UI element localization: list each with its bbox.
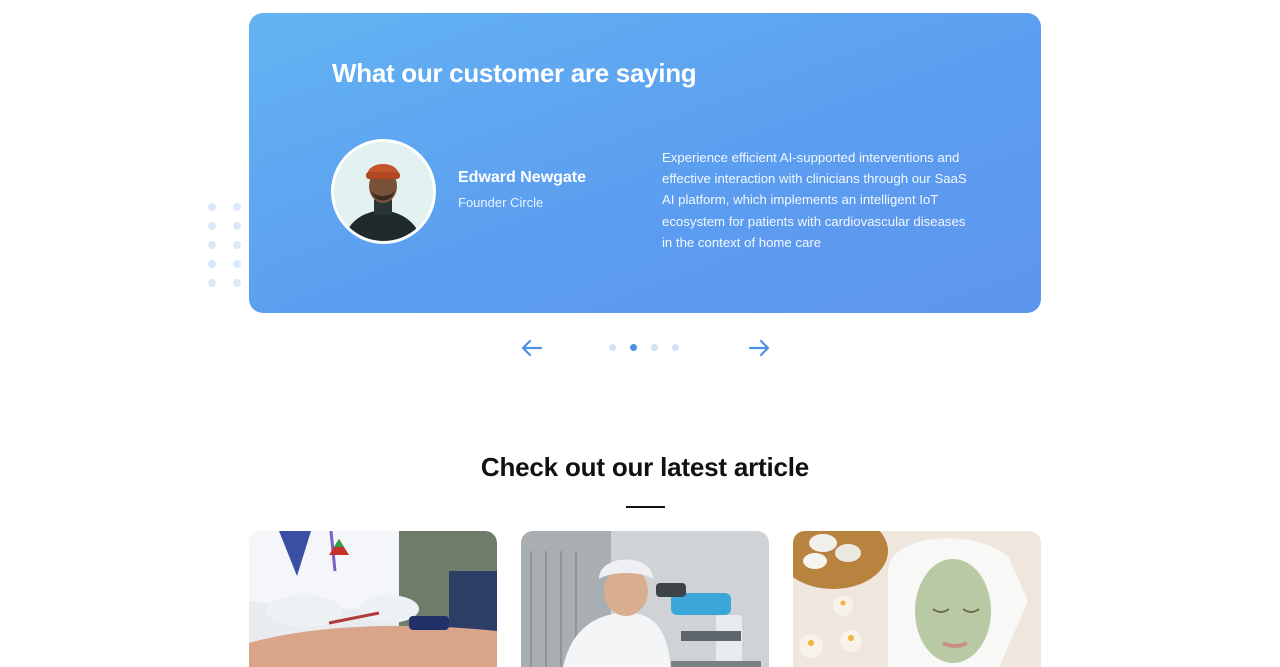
avatar [331,139,436,244]
customer-name: Edward Newgate [458,169,587,186]
testimonial-quote: Experience efficient AI-supported interv… [662,150,967,250]
arrow-right-icon [748,339,770,357]
lab-microscope-photo [521,531,769,667]
customer-portrait-photo [334,142,433,241]
spa-face-mask-photo [793,531,1041,667]
testimonial-heading: What our customer are saying [332,58,697,88]
article-card-2[interactable] [521,531,769,667]
decorative-dots-left [208,203,241,287]
carousel-next-button[interactable] [747,337,771,359]
articles-heading: Check out our latest article [480,452,810,482]
carousel-dot-1[interactable] [609,344,616,351]
testimonial-card: What our customer are saying Edward Newg… [249,13,1041,313]
carousel-prev-button[interactable] [520,337,544,359]
article-card-1[interactable] [249,531,497,667]
carousel-dot-4[interactable] [672,344,679,351]
carousel-dot-2[interactable] [630,344,637,351]
heading-divider [626,506,665,508]
carousel-controls [520,337,770,359]
arrow-left-icon [521,339,543,357]
customer-role: Founder Circle [458,195,544,210]
blood-draw-photo [249,531,497,667]
carousel-dot-3[interactable] [651,344,658,351]
article-card-3[interactable] [793,531,1041,667]
carousel-pagination [609,344,679,351]
